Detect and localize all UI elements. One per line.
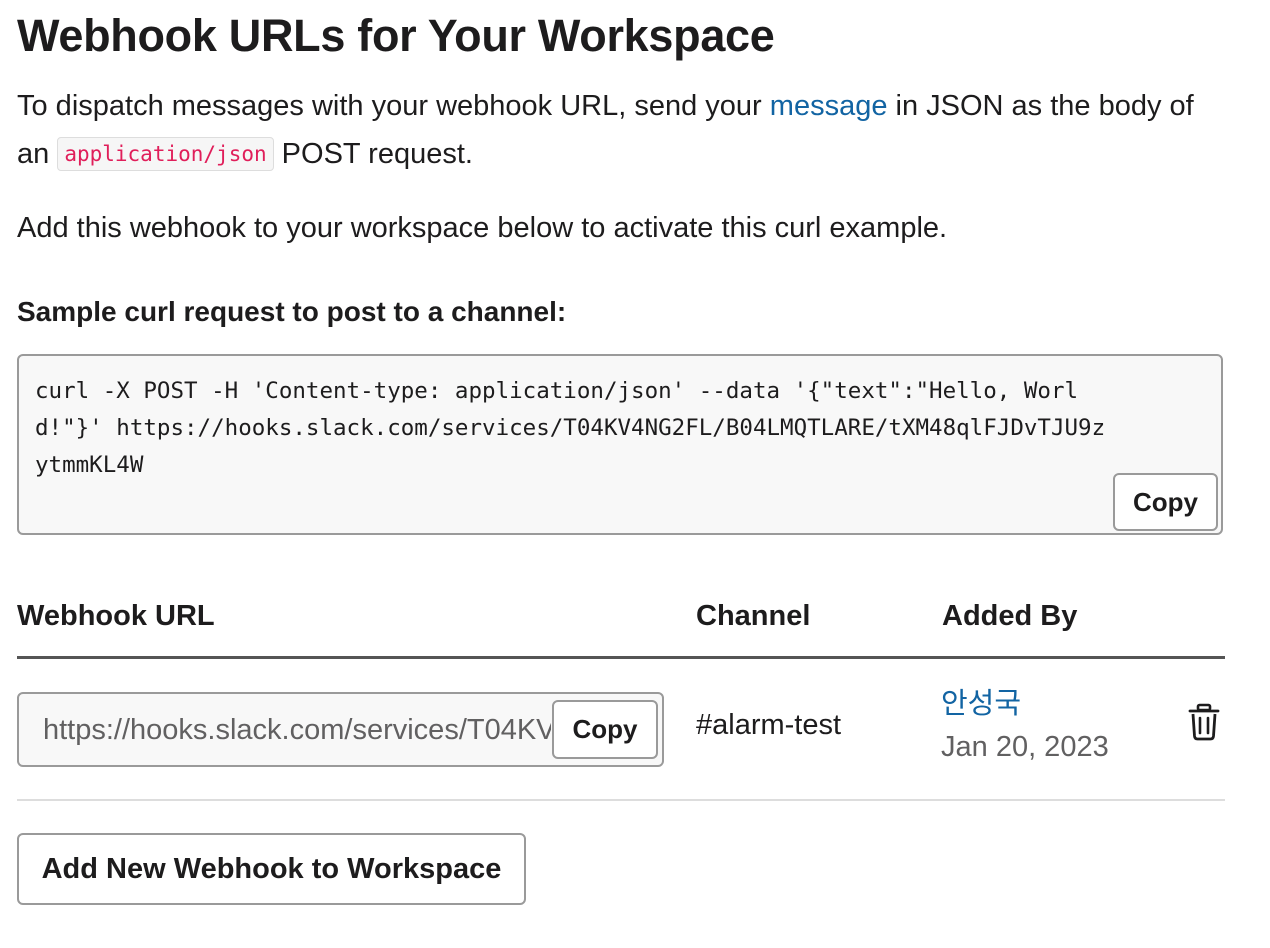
copy-webhook-url-button[interactable]: Copy (552, 700, 658, 759)
activate-text: Add this webhook to your workspace below… (17, 212, 948, 244)
added-date: Jan 20, 2023 (941, 731, 1109, 763)
webhook-url-field: Copy (17, 692, 664, 767)
page-title: Webhook URLs for Your Workspace (17, 10, 775, 61)
trash-icon[interactable] (1187, 703, 1221, 741)
table-row-divider (17, 799, 1225, 801)
column-header-added-by: Added By (942, 600, 1078, 632)
column-header-webhook-url: Webhook URL (17, 600, 215, 632)
curl-code-block: curl -X POST -H 'Content-type: applicati… (17, 354, 1223, 535)
intro-text-before: To dispatch messages with your webhook U… (17, 90, 770, 122)
intro-text-end: POST request. (273, 138, 473, 170)
sample-curl-heading: Sample curl request to post to a channel… (17, 296, 567, 327)
inline-code-content-type: application/json (57, 137, 274, 171)
column-header-channel: Channel (696, 600, 811, 632)
intro-paragraph: To dispatch messages with your webhook U… (17, 82, 1217, 178)
webhook-url-input[interactable] (43, 708, 551, 752)
added-by-user-link[interactable]: 안성국 (941, 680, 1021, 722)
table-row: Copy #alarm-test 안성국 Jan 20, 2023 (17, 659, 1225, 800)
channel-name: #alarm-test (696, 709, 842, 741)
copy-curl-button[interactable]: Copy (1113, 473, 1218, 531)
add-new-webhook-button[interactable]: Add New Webhook to Workspace (17, 833, 526, 905)
curl-command-text: curl -X POST -H 'Content-type: applicati… (35, 378, 1106, 478)
message-link[interactable]: message (770, 90, 888, 122)
